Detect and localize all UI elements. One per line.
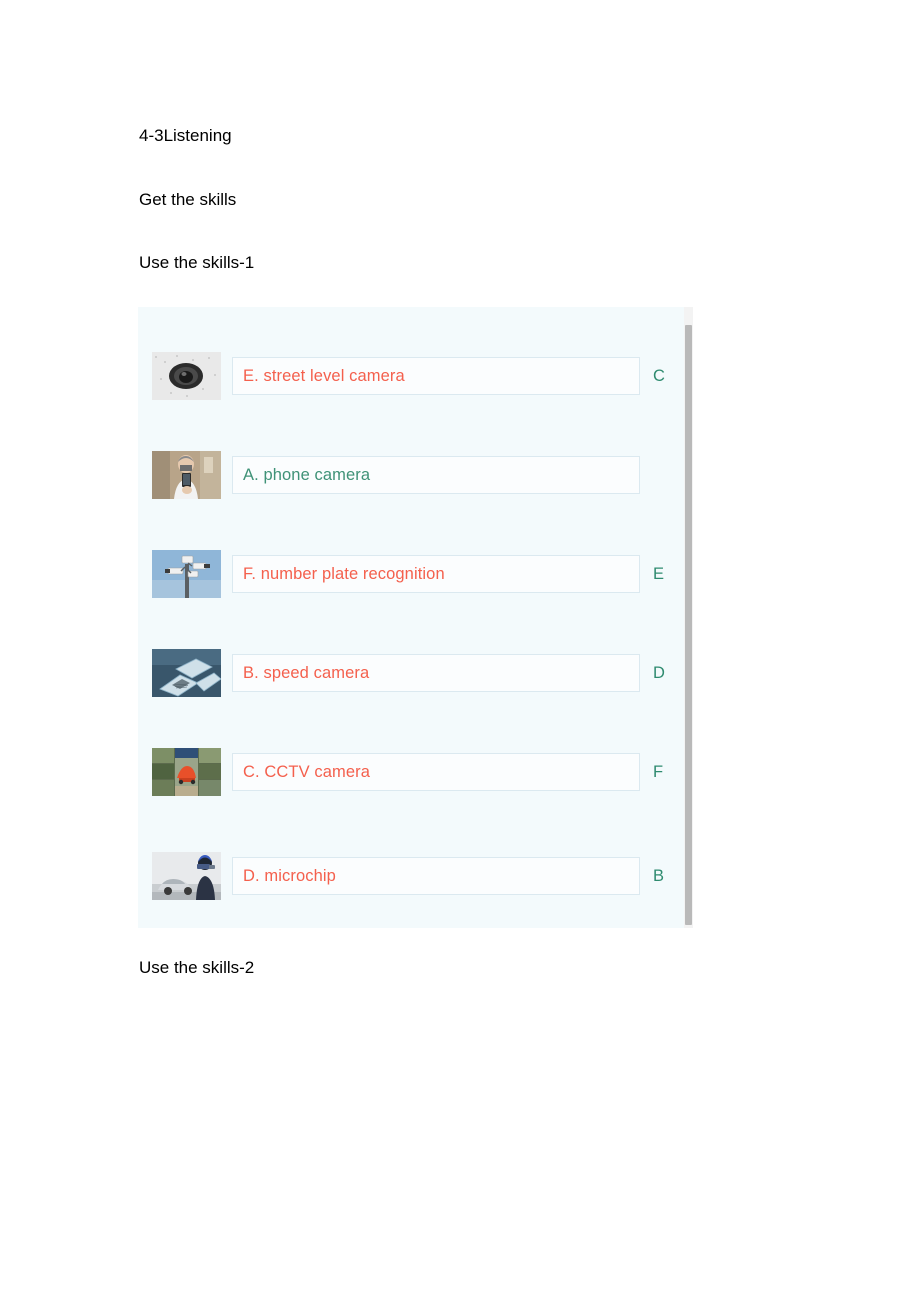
- answer-key-letter-1: C: [653, 366, 665, 385]
- answer-text: E. street level camera: [243, 366, 405, 385]
- dome-ceiling-camera-thumbnail: [152, 352, 221, 400]
- vertical-scrollbar-thumb[interactable]: [685, 325, 692, 925]
- answer-key-letter-4: D: [653, 663, 665, 682]
- answer-input-5[interactable]: C. CCTV camera: [232, 753, 640, 791]
- answer-key-letter-5: F: [653, 762, 664, 781]
- section-heading-use-the-skills-2: Use the skills-2: [139, 958, 255, 977]
- answer-text: D. microchip: [243, 866, 336, 885]
- page-title: 4-3Listening: [139, 126, 232, 145]
- section-heading-use-the-skills-1: Use the skills-1: [139, 253, 255, 272]
- exercise-panel: E. street level camera C A. phone camera…: [138, 307, 693, 928]
- answer-input-3[interactable]: F. number plate recognition: [232, 555, 640, 593]
- answer-key-letter-6: B: [653, 866, 665, 885]
- list-item[interactable]: D. microchip B: [138, 845, 693, 907]
- cctv-monitor-wall-thumbnail: [152, 748, 221, 796]
- man-holding-phone-thumbnail: [152, 451, 221, 499]
- answer-key-letter-3: E: [653, 564, 665, 583]
- list-item[interactable]: B. speed camera D: [138, 642, 693, 704]
- answer-text: F. number plate recognition: [243, 564, 445, 583]
- answer-text: C. CCTV camera: [243, 762, 371, 781]
- answer-input-6[interactable]: D. microchip: [232, 857, 640, 895]
- answer-text: A. phone camera: [243, 465, 371, 484]
- pole-mounted-cameras-thumbnail: [152, 550, 221, 598]
- vertical-scrollbar-track[interactable]: [684, 307, 693, 928]
- list-item[interactable]: E. street level camera C: [138, 345, 693, 407]
- list-item[interactable]: F. number plate recognition E: [138, 543, 693, 605]
- answer-input-4[interactable]: B. speed camera: [232, 654, 640, 692]
- police-speed-gun-thumbnail: [152, 852, 221, 900]
- answer-text: B. speed camera: [243, 663, 370, 682]
- list-item[interactable]: C. CCTV camera F: [138, 741, 693, 803]
- microchips-thumbnail: [152, 649, 221, 697]
- list-item[interactable]: A. phone camera: [138, 444, 693, 506]
- section-heading-get-the-skills: Get the skills: [139, 190, 237, 209]
- answer-input-1[interactable]: E. street level camera: [232, 357, 640, 395]
- answer-input-2[interactable]: A. phone camera: [232, 456, 640, 494]
- matching-exercise-list: E. street level camera C A. phone camera…: [138, 307, 693, 928]
